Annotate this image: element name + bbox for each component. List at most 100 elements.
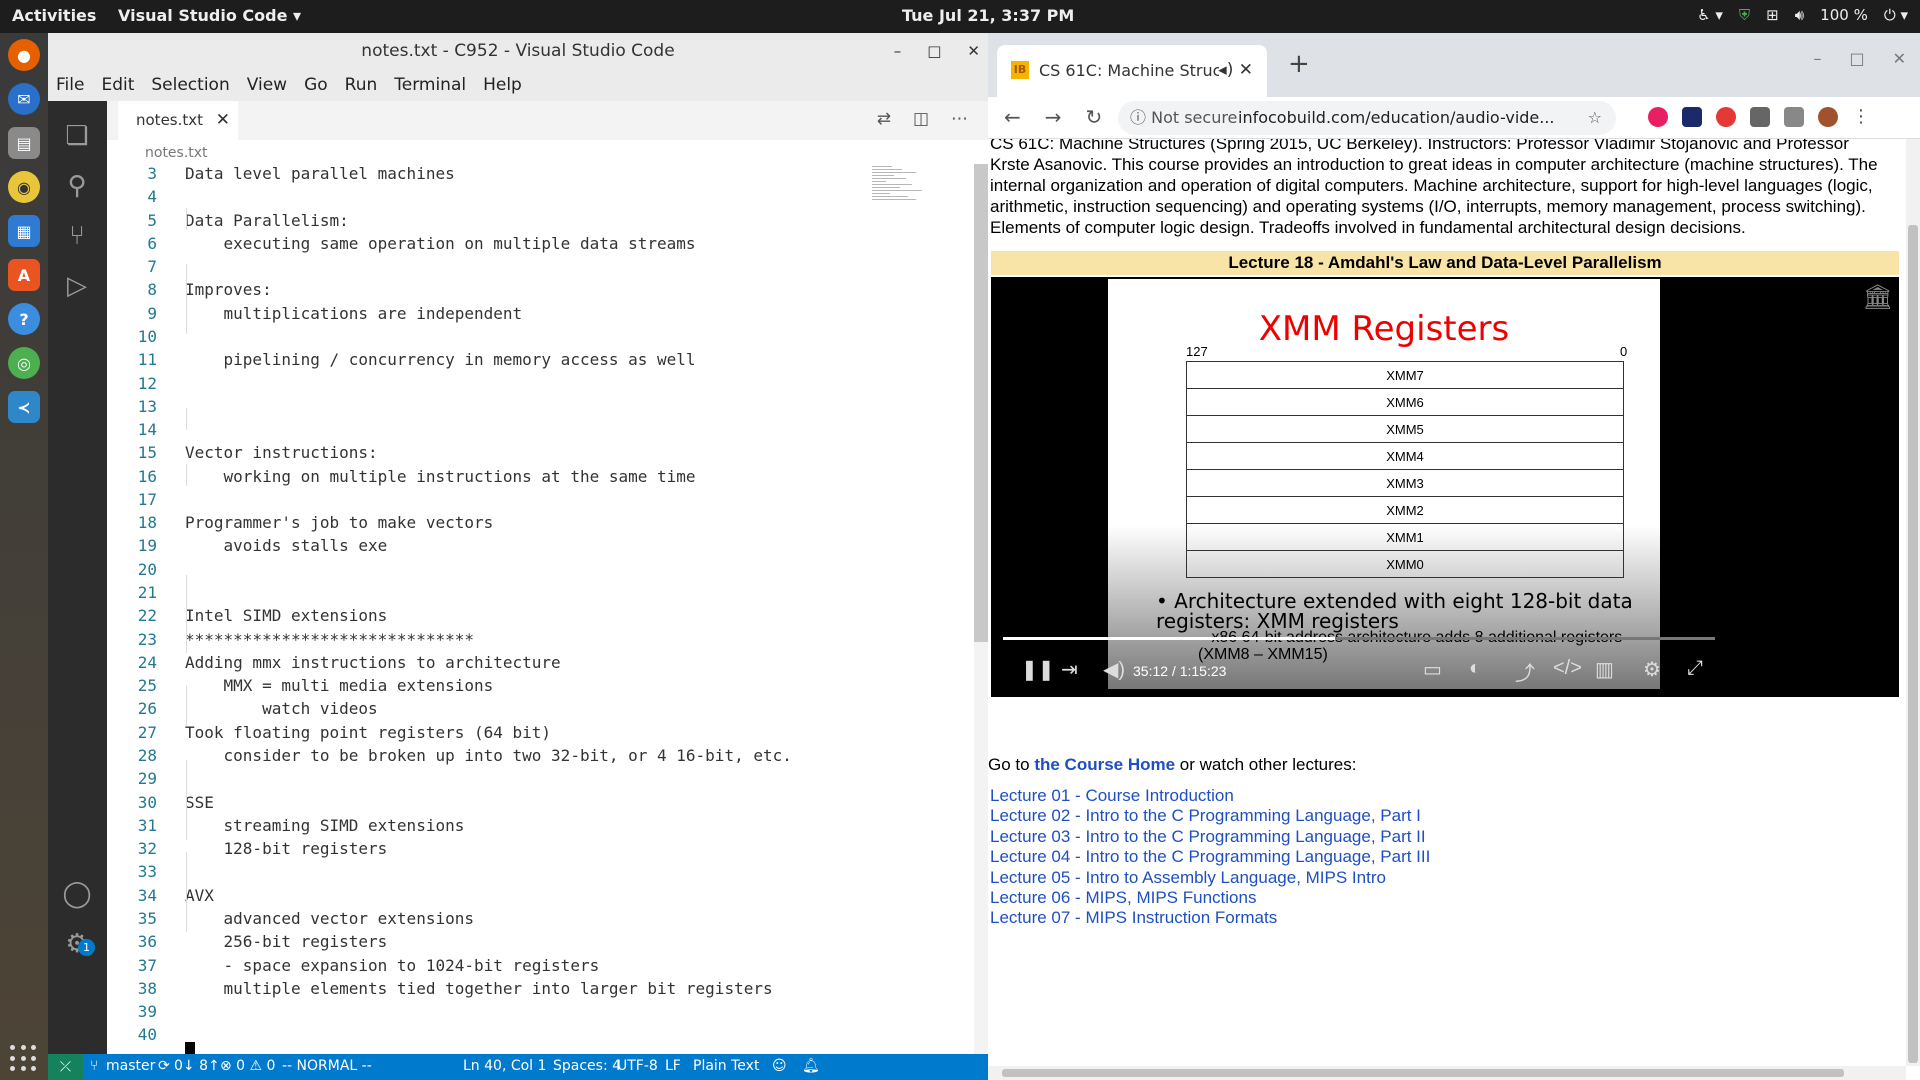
breadcrumb-file[interactable]: notes.txt — [145, 145, 208, 161]
activities-button[interactable]: Activities — [12, 6, 96, 25]
editor-line[interactable]: 15 Vector instructions: — [107, 443, 807, 465]
editor-scrollbar[interactable] — [974, 164, 988, 1054]
maximize-icon[interactable]: □ — [927, 33, 941, 69]
editor-line[interactable]: 38 multiple elements tied together into … — [107, 979, 807, 1001]
editor-line[interactable]: 6 executing same operation on multiple d… — [107, 234, 807, 256]
indentation[interactable]: Spaces: 4 — [553, 1058, 621, 1074]
library-icon[interactable]: ▥ — [1595, 657, 1614, 682]
video-player[interactable]: XMM Registers 127 0 XMM7 XMM6 XMM5 XMM4 … — [991, 277, 1899, 697]
share-icon[interactable]: ⤴ — [1515, 657, 1535, 686]
editor-line[interactable]: 14 — [107, 420, 807, 442]
editor-line[interactable]: 24 Adding mmx instructions to architectur… — [107, 653, 807, 675]
volume-icon[interactable]: ◀) — [1103, 657, 1125, 682]
notifications-icon[interactable]: 🔔︎ — [802, 1058, 820, 1074]
editor-line[interactable]: 31 streaming SIMD extensions — [107, 816, 807, 838]
menu-selection[interactable]: Selection — [151, 75, 229, 95]
editor-line[interactable]: 18 Programmer's job to make vectors — [107, 513, 807, 535]
lecture-link[interactable]: Lecture 04 - Intro to the C Programming … — [990, 847, 1430, 867]
thunderbird-icon[interactable]: ✉ — [8, 83, 40, 115]
close-window-icon[interactable]: ✕ — [1893, 49, 1906, 68]
back-icon[interactable]: ← — [1004, 105, 1021, 129]
chrome-icon[interactable]: ◎ — [8, 347, 40, 379]
editor-line[interactable]: 9 multiplications are independent — [107, 304, 807, 326]
editor-line[interactable]: 22 Intel SIMD extensions — [107, 606, 807, 628]
tab-notes-txt[interactable]: notes.txt ✕ — [118, 101, 238, 140]
menu-help[interactable]: Help — [483, 75, 522, 95]
git-branch[interactable]: master — [106, 1058, 155, 1074]
menu-run[interactable]: Run — [345, 75, 378, 95]
editor-line[interactable]: 10 — [107, 327, 807, 349]
extension-icon[interactable] — [1716, 107, 1736, 127]
browser-tab[interactable]: IB CS 61C: Machine Struc ◂) ✕ — [997, 45, 1267, 97]
firefox-icon[interactable]: ● — [8, 39, 40, 71]
power-menu-icon[interactable]: ⏻ ▾ — [1884, 6, 1908, 24]
editor-line[interactable]: 34 AVX — [107, 886, 807, 908]
help-icon[interactable]: ? — [8, 303, 40, 335]
search-icon[interactable]: ⚲ — [62, 171, 92, 201]
app-menu[interactable]: Visual Studio Code ▾ — [118, 6, 301, 25]
editor-line[interactable]: 7 — [107, 257, 807, 279]
kebab-menu-icon[interactable]: ⋮ — [1852, 107, 1872, 127]
editor-line[interactable]: 32 128-bit registers — [107, 839, 807, 861]
reading-list-icon[interactable] — [1784, 107, 1804, 127]
end-of-line[interactable]: LF — [665, 1058, 681, 1074]
skip-icon[interactable]: ⇥ — [1061, 657, 1078, 682]
address-bar[interactable]: ⓘ Not secure infocobuild.com/education/a… — [1118, 101, 1616, 135]
editor-line[interactable]: 11 pipelining / concurrency in memory ac… — [107, 350, 807, 372]
editor-line[interactable]: 16 working on multiple instructions at t… — [107, 467, 807, 489]
sync-icon[interactable]: ⟳ — [158, 1058, 170, 1074]
files-icon[interactable]: ▤ — [8, 127, 40, 159]
progress-bar[interactable] — [1003, 637, 1715, 640]
close-tab-icon[interactable]: ◂) ✕ — [1218, 60, 1253, 80]
rhythmbox-icon[interactable]: ◉ — [8, 171, 40, 203]
extension-icon[interactable] — [1682, 107, 1702, 127]
editor-line[interactable]: 26 watch videos — [107, 699, 807, 721]
editor-line[interactable]: 19 avoids stalls exe — [107, 536, 807, 558]
editor-line[interactable]: 12 — [107, 374, 807, 396]
system-tray[interactable]: ♿ ▾ ⛨ ⊞ 🔊︎ 100 % ⏻ ▾ — [1697, 6, 1908, 24]
lecture-link[interactable]: Lecture 06 - MIPS, MIPS Functions — [990, 888, 1430, 908]
editor-line[interactable]: 8 Improves: — [107, 280, 807, 302]
editor-line[interactable]: 25 MMX = multi media extensions — [107, 676, 807, 698]
feedback-icon[interactable]: ☺ — [772, 1058, 787, 1074]
menu-file[interactable]: File — [56, 75, 84, 95]
open-changes-icon[interactable]: ⇄ — [877, 109, 891, 129]
reload-icon[interactable]: ↻ — [1086, 105, 1103, 129]
embed-icon[interactable]: </> — [1553, 657, 1582, 680]
remote-icon[interactable]: ⤫ — [48, 1054, 83, 1080]
page-horizontal-scrollbar[interactable] — [988, 1066, 1906, 1080]
editor-line[interactable]: 28 consider to be broken up into two 32-… — [107, 746, 807, 768]
page-vertical-scrollbar[interactable] — [1906, 139, 1920, 1066]
menu-go[interactable]: Go — [304, 75, 328, 95]
vscode-icon[interactable]: ≺ — [8, 391, 40, 423]
show-applications-icon[interactable] — [10, 1045, 38, 1073]
editor-line[interactable]: 21 — [107, 583, 807, 605]
account-icon[interactable]: ◯ — [62, 879, 92, 909]
forward-icon[interactable]: → — [1045, 105, 1062, 129]
editor-line[interactable]: 40 — [107, 1025, 807, 1047]
menu-terminal[interactable]: Terminal — [394, 75, 466, 95]
editor-line[interactable]: 13 — [107, 397, 807, 419]
editor-line[interactable]: 4 — [107, 187, 807, 209]
menu-view[interactable]: View — [247, 75, 287, 95]
lecture-link[interactable]: Lecture 02 - Intro to the C Programming … — [990, 806, 1430, 826]
avatar[interactable] — [1818, 107, 1838, 127]
close-icon[interactable]: ✕ — [967, 33, 980, 69]
scrollbar-thumb[interactable] — [1908, 225, 1918, 1063]
settings-gear-icon[interactable]: ⚙ — [1643, 657, 1661, 682]
lecture-link[interactable]: Lecture 01 - Course Introduction — [990, 786, 1430, 806]
menu-edit[interactable]: Edit — [101, 75, 134, 95]
scrollbar-thumb[interactable] — [974, 164, 988, 642]
more-actions-icon[interactable]: ⋯ — [951, 109, 968, 129]
sync-status[interactable]: 0↓ 8↑ — [174, 1058, 220, 1074]
course-home-link[interactable]: the Course Home — [1034, 755, 1175, 774]
editor-line[interactable]: 23 ****************************** — [107, 630, 807, 652]
source-control-icon[interactable]: ⑂ — [62, 221, 92, 251]
editor-line[interactable]: 17 — [107, 490, 807, 512]
encoding[interactable]: UTF-8 — [617, 1058, 658, 1074]
editor-line[interactable]: 27 Took floating point registers (64 bit) — [107, 723, 807, 745]
close-tab-icon[interactable]: ✕ — [216, 101, 230, 140]
puzzle-icon[interactable] — [1750, 107, 1770, 127]
editor-line[interactable]: 39 — [107, 1002, 807, 1024]
explorer-icon[interactable]: ❏ — [62, 121, 92, 151]
